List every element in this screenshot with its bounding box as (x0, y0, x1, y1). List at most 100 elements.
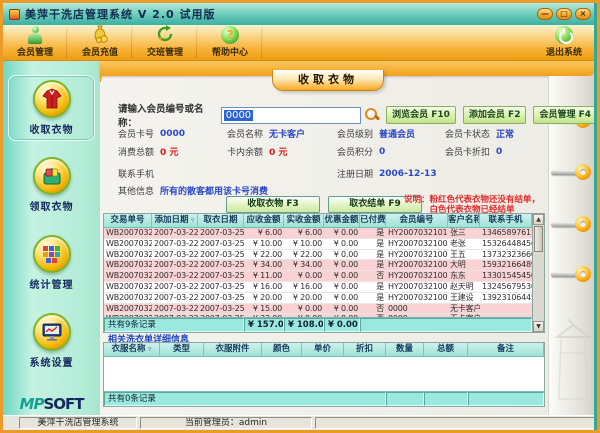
sidebar-item-pickup-clothes[interactable]: 领取衣物 (8, 153, 95, 217)
orders-column-header[interactable]: 已付费 (360, 214, 386, 227)
member-search-input[interactable]: 0000 (221, 107, 361, 124)
receive-clothes-button[interactable]: 收取衣物 F3 (226, 196, 320, 213)
toolbar-shift-management[interactable]: 交班管理 (133, 25, 198, 60)
table-cell: ¥ 16.00 (284, 282, 324, 292)
app-icon (9, 9, 20, 20)
power-icon (555, 25, 573, 44)
details-column-header[interactable]: 总额 (424, 343, 468, 356)
card-number-value: 0000 (160, 129, 185, 139)
orders-column-header[interactable]: 客户名称 (448, 214, 480, 227)
search-icon[interactable] (364, 107, 379, 123)
orders-column-header[interactable]: 添加日期 ▿ (152, 214, 198, 227)
table-row[interactable]: WB2007032...2007-03-222007-03-25¥ 6.00¥ … (104, 228, 532, 239)
table-cell: WB2007032... (104, 250, 152, 260)
sidebar-item-system-settings[interactable]: 系统设置 (8, 309, 95, 373)
card-status-label: 会员卡状态 (445, 127, 490, 140)
table-cell: ¥ 15.00 (244, 304, 284, 314)
table-cell: 0000 (386, 304, 448, 314)
member-level-value: 普通会员 (379, 127, 415, 140)
table-row[interactable]: WB2007032...2007-03-222007-03-25¥ 11.00¥… (104, 271, 532, 282)
table-cell: HY20070321009 (386, 250, 448, 260)
orders-column-header[interactable]: 联系手机 (480, 214, 532, 227)
details-column-header[interactable]: 折扣 (344, 343, 386, 356)
table-cell: WB2007032... (104, 228, 152, 238)
details-column-header[interactable]: 颜色 (262, 343, 302, 356)
table-cell: 是 (360, 228, 386, 238)
table-cell: WB2007032... (104, 239, 152, 249)
table-cell: ¥ 0.00 (324, 271, 360, 281)
sidebar-item-receive-clothes[interactable]: 收取衣物 (8, 75, 95, 141)
tab-receive-clothes[interactable]: 收取衣物 (272, 70, 384, 91)
toolbar-exit-system[interactable]: 退出系统 (532, 25, 597, 60)
table-row[interactable]: WB2007032...2007-03-222007-03-25¥ 15.00¥… (104, 304, 532, 315)
browse-members-button[interactable]: 浏览会员 F10 (386, 106, 456, 124)
recharge-icon (90, 24, 110, 44)
orders-record-count: 共有9条记录 (104, 318, 244, 332)
balance-value: 0 元 (269, 145, 287, 158)
details-column-header[interactable]: 衣服附件 (204, 343, 262, 356)
member-name-value: 无卡客户 (269, 127, 305, 140)
toolbar-help-center[interactable]: ? 帮助中心 (198, 25, 263, 60)
table-cell: ¥ 20.00 (244, 293, 284, 303)
scrollbar-thumb[interactable] (534, 226, 543, 252)
member-management-button[interactable]: 会员管理 F4 (533, 106, 597, 124)
orders-column-header[interactable]: 实收金额 (284, 214, 324, 227)
maximize-button[interactable]: □ (556, 8, 572, 20)
table-row[interactable]: WB2007032...2007-03-222007-03-25¥ 10.00¥… (104, 239, 532, 250)
table-cell: ¥ 6.00 (244, 228, 284, 238)
binder-ring-icon (575, 266, 591, 282)
table-cell: 2007-03-25 (198, 271, 244, 281)
close-button[interactable]: × (575, 8, 591, 20)
orders-footer: 共有9条记录 ¥ 157.00 ¥ 108.00 ¥ 0.00 (104, 317, 532, 332)
card-status-value: 正常 (496, 127, 514, 140)
minimize-button[interactable]: — (537, 8, 553, 20)
table-cell: 否 (360, 271, 386, 281)
table-row[interactable]: WB2007032...2007-03-222007-03-25¥ 22.00¥… (104, 250, 532, 261)
table-cell: 东东 (448, 271, 480, 281)
table-cell: ¥ 20.00 (284, 293, 324, 303)
orders-column-header[interactable]: 应收金额 (244, 214, 284, 227)
details-column-header[interactable]: 单价 (302, 343, 344, 356)
table-cell: 是 (360, 293, 386, 303)
scroll-up-icon[interactable]: ▲ (533, 214, 544, 225)
table-cell: 13465897611 (480, 228, 532, 238)
table-cell: 13301545450 (480, 271, 532, 281)
table-cell: ¥ 0.00 (324, 293, 360, 303)
details-column-header[interactable]: 数量 (386, 343, 424, 356)
table-cell: HY20070321003 (386, 271, 448, 281)
toolbar-member-recharge[interactable]: 会员充值 (68, 25, 133, 60)
orders-column-header[interactable]: 优惠金额 (324, 214, 360, 227)
orders-column-header[interactable]: 交易单号 (104, 214, 152, 227)
details-column-header[interactable]: 衣服名称 ▿ (104, 343, 160, 356)
add-member-button[interactable]: 添加会员 F2 (463, 106, 527, 124)
balance-label: 卡内余额 (227, 145, 263, 158)
table-cell: 王建设 (448, 293, 480, 303)
orders-scrollbar[interactable]: ▲ ▼ (532, 214, 544, 332)
table-row[interactable]: WB2007032...2007-03-222007-03-25¥ 34.00¥… (104, 260, 532, 271)
table-cell: 13923106445 (480, 293, 532, 303)
orders-column-header[interactable]: 会员编号 (386, 214, 448, 227)
table-cell: WB2007032... (104, 282, 152, 292)
total-due: ¥ 157.00 (244, 318, 284, 332)
details-column-header[interactable]: 备注 (468, 343, 544, 356)
table-cell: 无卡客户 (448, 304, 480, 314)
table-cell: ¥ 34.00 (244, 260, 284, 270)
orders-header: 交易单号添加日期 ▿取衣日期应收金额实收金额优惠金额已付费会员编号客户名称联系手… (104, 214, 532, 228)
details-column-header[interactable]: 类型 (160, 343, 204, 356)
table-cell: ¥ 10.00 (244, 239, 284, 249)
orders-body: WB2007032...2007-03-222007-03-25¥ 6.00¥ … (104, 228, 532, 317)
toolbar-member-management[interactable]: 会员管理 (3, 25, 68, 60)
total-discount: ¥ 0.00 (324, 318, 360, 332)
table-cell: ¥ 16.00 (244, 282, 284, 292)
sidebar-item-statistics[interactable]: 统计管理 (8, 231, 95, 295)
binder-ring-icon (575, 216, 591, 232)
total-spend-label: 消费总额 (118, 145, 154, 158)
orders-column-header[interactable]: 取衣日期 (198, 214, 244, 227)
scroll-down-icon[interactable]: ▼ (533, 321, 544, 332)
table-row[interactable]: WB2007032...2007-03-222007-03-25¥ 20.00¥… (104, 293, 532, 304)
table-cell: 13732323660 (480, 250, 532, 260)
table-cell: 2007-03-22 (152, 293, 198, 303)
table-row[interactable]: WB2007032...2007-03-222007-03-25¥ 16.00¥… (104, 282, 532, 293)
member-icon (28, 25, 42, 44)
table-cell: HY20070321007 (386, 260, 448, 270)
